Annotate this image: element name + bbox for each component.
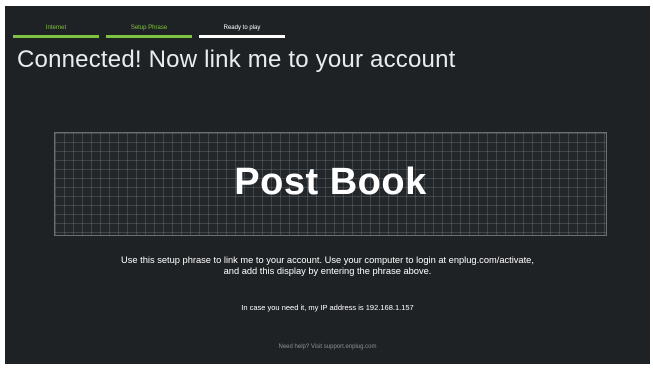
step-ready-to-play-bar — [199, 35, 285, 38]
help-text: Need help? Visit support.enplug.com — [278, 344, 377, 350]
step-ready-to-play-label: Ready to play — [223, 25, 261, 31]
setup-progress: Internet Setup Phrase Ready to play — [13, 25, 643, 46]
step-internet-label: Internet — [45, 25, 67, 31]
instructions-text: Use this setup phrase to link me to your… — [45, 255, 610, 277]
setup-phrase: Post Book — [234, 161, 427, 203]
ip-address-text: In case you need it, my IP address is 19… — [241, 303, 414, 312]
step-setup-phrase-label: Setup Phrase — [130, 25, 168, 31]
instructions-line-2: and add this display by entering the phr… — [223, 266, 432, 276]
instructions-line-1: Use this setup phrase to link me to your… — [121, 255, 534, 265]
step-internet-bar — [13, 35, 99, 38]
step-setup-phrase-bar — [106, 35, 192, 38]
setup-phrase-box: Post Book — [54, 132, 607, 236]
display-screen: Internet Setup Phrase Ready to play Conn… — [5, 6, 650, 364]
page-title: Connected! Now link me to your account — [17, 46, 456, 73]
